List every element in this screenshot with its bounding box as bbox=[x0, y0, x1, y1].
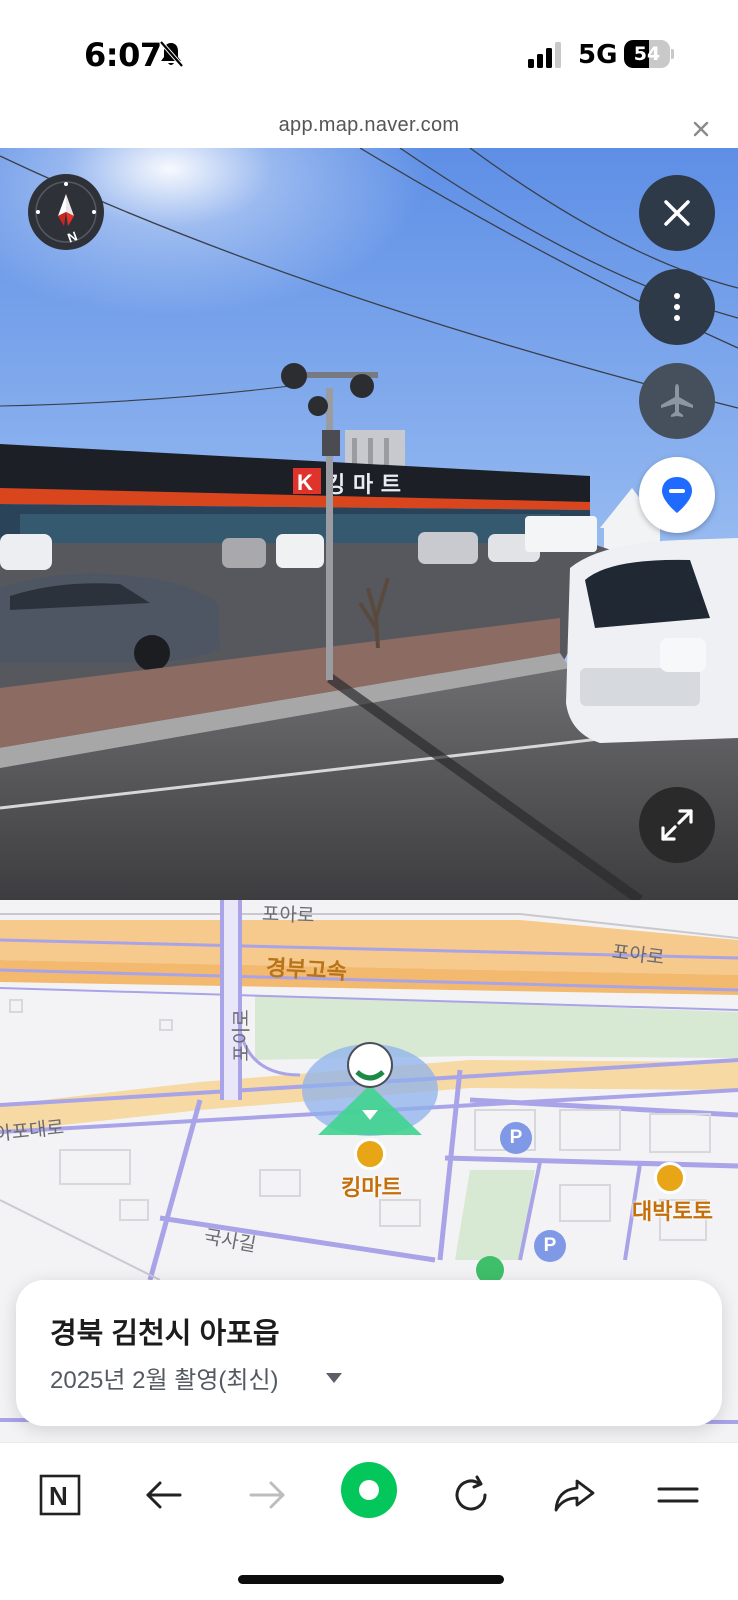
naver-label: N bbox=[49, 1481, 68, 1511]
more-vertical-icon bbox=[674, 293, 680, 321]
location-title: 경북 김천시 아포읍 bbox=[50, 1318, 280, 1350]
shopping-basket-icon[interactable] bbox=[654, 1162, 686, 1194]
arrow-right-icon bbox=[249, 1481, 285, 1509]
close-panorama-button[interactable] bbox=[639, 175, 715, 251]
naver-home-button[interactable]: N bbox=[30, 1465, 90, 1525]
forward-button[interactable] bbox=[237, 1465, 297, 1525]
expand-icon bbox=[661, 809, 693, 841]
status-bar: 6:07 5G 54 bbox=[0, 0, 738, 112]
parking-icon[interactable]: P bbox=[534, 1230, 566, 1262]
share-button[interactable] bbox=[544, 1465, 604, 1525]
reload-button[interactable] bbox=[441, 1465, 501, 1525]
road-label-gyeongbu-expressway: 경부고속 bbox=[265, 954, 348, 985]
panorama-image[interactable]: K 킹 마 트 bbox=[0, 148, 738, 900]
compass-icon: N bbox=[35, 181, 97, 246]
close-icon bbox=[664, 200, 690, 226]
road-label-poi-ro: 포이로 bbox=[231, 1009, 253, 1062]
green-dot-icon bbox=[341, 1462, 397, 1518]
poi-daebak-toto[interactable]: 대박토토 bbox=[632, 1194, 713, 1226]
expand-button[interactable] bbox=[639, 787, 715, 863]
url-text[interactable]: app.map.naver.com bbox=[0, 114, 738, 137]
battery-icon: 54 bbox=[624, 40, 674, 68]
road-label-poa-ro: 포아로 bbox=[261, 904, 315, 927]
hamburger-menu-icon bbox=[657, 1487, 699, 1503]
arrow-left-icon bbox=[146, 1481, 182, 1509]
back-button[interactable] bbox=[134, 1465, 194, 1525]
bell-muted-icon bbox=[159, 40, 184, 68]
naver-logo-icon: N bbox=[39, 1474, 81, 1516]
compass-button[interactable]: N bbox=[28, 174, 104, 250]
more-options-button[interactable] bbox=[639, 269, 715, 345]
share-arrow-icon bbox=[554, 1479, 595, 1512]
network-label: 5G bbox=[578, 40, 618, 70]
airplane-icon bbox=[661, 384, 693, 417]
close-icon[interactable] bbox=[686, 114, 716, 144]
caret-down-icon[interactable] bbox=[326, 1373, 342, 1383]
store-sign-letter: K bbox=[297, 470, 313, 495]
green-dot-button[interactable] bbox=[340, 1461, 398, 1519]
parking-icon[interactable]: P bbox=[500, 1122, 532, 1154]
menu-button[interactable] bbox=[648, 1465, 708, 1525]
store-sign-text: 킹 마 트 bbox=[325, 473, 401, 498]
status-time: 6:07 bbox=[84, 36, 162, 74]
poi-king-mart[interactable]: 킹마트 bbox=[341, 1170, 402, 1202]
compass-label: N bbox=[65, 228, 79, 245]
street-view-panorama[interactable]: K 킹 마 트 bbox=[0, 148, 738, 900]
reload-icon bbox=[455, 1475, 487, 1511]
location-button[interactable] bbox=[639, 457, 715, 533]
location-info-card[interactable]: 경북 김천시 아포읍 2025년 2월 촬영(최신) bbox=[16, 1280, 722, 1426]
url-bar[interactable]: app.map.naver.com bbox=[0, 112, 738, 148]
location-pin-icon bbox=[662, 477, 692, 513]
battery-percent: 54 bbox=[633, 43, 661, 65]
shopping-basket-icon[interactable] bbox=[354, 1138, 386, 1170]
home-indicator bbox=[238, 1575, 504, 1584]
capture-date-selector[interactable]: 2025년 2월 촬영(최신) bbox=[50, 1360, 279, 1395]
aerial-view-button[interactable] bbox=[639, 363, 715, 439]
signal-icon bbox=[528, 42, 561, 68]
